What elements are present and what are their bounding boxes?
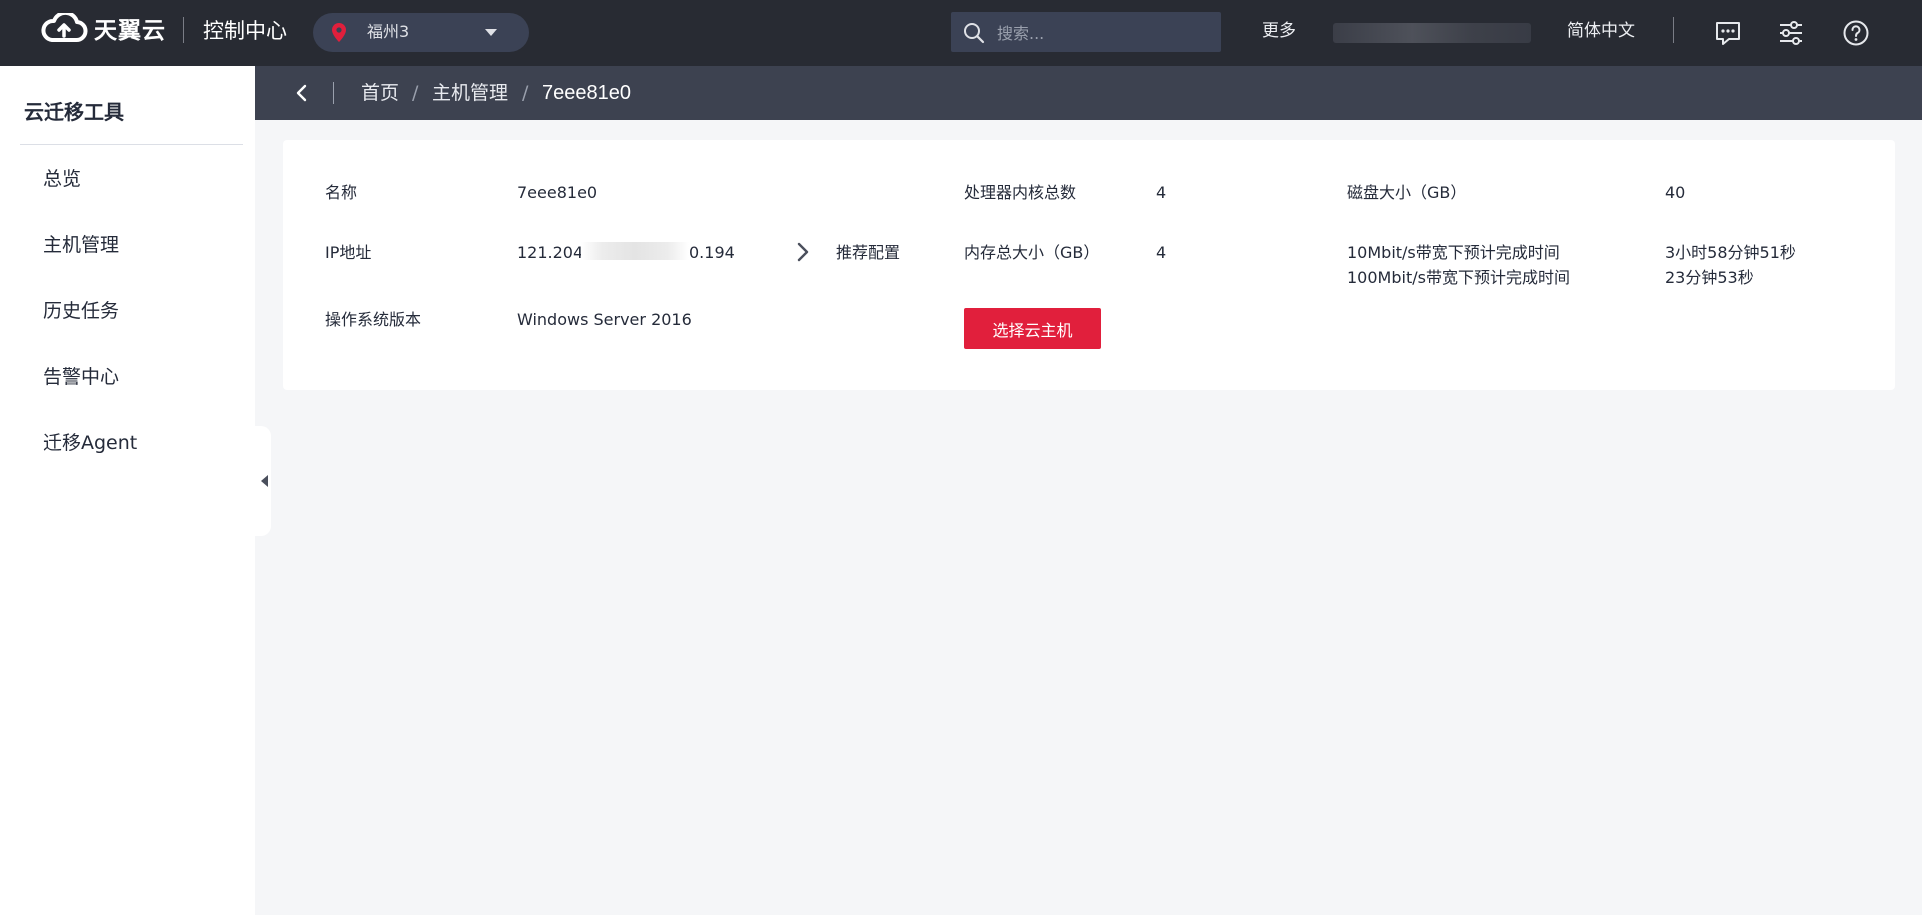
memory-label: 内存总大小（GB） — [964, 243, 1100, 262]
name-value: 7eee81e0 — [517, 183, 598, 202]
chevron-right-icon — [796, 241, 810, 267]
breadcrumb-divider — [333, 82, 334, 104]
help-icon[interactable] — [1842, 19, 1870, 51]
brand-logo[interactable]: 天翼云 — [40, 12, 166, 44]
cpu-cores-label: 处理器内核总数 — [964, 183, 1077, 202]
chevron-down-icon — [485, 29, 497, 36]
sidebar-item-overview[interactable]: 总览 — [43, 166, 81, 192]
eta-100mbit-value: 23分钟53秒 — [1665, 268, 1754, 287]
breadcrumb: 首页 / 主机管理 / 7eee81e0 — [255, 66, 1922, 120]
os-value: Windows Server 2016 — [517, 310, 692, 329]
name-label: 名称 — [325, 183, 358, 202]
search-icon[interactable] — [963, 22, 985, 48]
recommended-config-label: 推荐配置 — [836, 243, 901, 262]
breadcrumb-current-host: 7eee81e0 — [542, 82, 631, 104]
location-pin-icon — [331, 22, 347, 47]
breadcrumb-separator: / — [412, 82, 419, 104]
memory-value: 4 — [1156, 243, 1167, 262]
sidebar: 云迁移工具 总览 主机管理 历史任务 告警中心 迁移Agent — [0, 66, 255, 915]
disk-size-value: 40 — [1665, 183, 1686, 202]
message-icon[interactable] — [1714, 19, 1742, 51]
sidebar-item-migration-agent[interactable]: 迁移Agent — [43, 430, 137, 456]
sidebar-item-host-management[interactable]: 主机管理 — [43, 232, 119, 258]
breadcrumb-separator: / — [522, 82, 529, 104]
eta-100mbit-label: 100Mbit/s带宽下预计完成时间 — [1347, 268, 1570, 287]
header-divider — [183, 17, 184, 43]
account-name-masked[interactable] — [1333, 23, 1531, 43]
disk-size-label: 磁盘大小（GB） — [1347, 183, 1467, 202]
eta-10mbit-value: 3小时58分钟51秒 — [1665, 243, 1796, 262]
ip-masked-segment — [581, 242, 689, 260]
cpu-cores-value: 4 — [1156, 183, 1167, 202]
console-title[interactable]: 控制中心 — [203, 17, 287, 45]
ip-label: IP地址 — [325, 243, 372, 262]
ip-prefix-value: 121.204 — [517, 243, 584, 262]
back-arrow-icon[interactable] — [295, 84, 309, 106]
chevron-left-icon — [261, 475, 268, 487]
region-selector[interactable]: 福州3 — [313, 13, 529, 52]
more-menu[interactable]: 更多 — [1262, 20, 1296, 42]
cloud-logo-icon — [40, 13, 88, 43]
sidebar-title: 云迁移工具 — [24, 100, 124, 124]
language-switch[interactable]: 简体中文 — [1567, 20, 1635, 42]
sidebar-collapse-handle[interactable] — [255, 426, 271, 536]
brand-name: 天翼云 — [94, 18, 166, 44]
settings-sliders-icon[interactable] — [1777, 19, 1805, 51]
breadcrumb-home[interactable]: 首页 — [361, 80, 399, 106]
header-divider — [1673, 17, 1674, 43]
sidebar-item-history-tasks[interactable]: 历史任务 — [43, 298, 119, 324]
os-label: 操作系统版本 — [325, 310, 422, 329]
host-detail-card: 名称 7eee81e0 IP地址 121.204 0.194 操作系统版本 Wi… — [283, 140, 1895, 390]
eta-10mbit-label: 10Mbit/s带宽下预计完成时间 — [1347, 243, 1560, 262]
select-cloud-host-button[interactable]: 选择云主机 — [964, 308, 1101, 349]
sidebar-item-alarm-center[interactable]: 告警中心 — [43, 364, 119, 390]
breadcrumb-host-management[interactable]: 主机管理 — [432, 80, 508, 106]
ip-suffix-value: 0.194 — [689, 243, 735, 262]
sidebar-divider — [20, 144, 243, 145]
global-search — [951, 12, 1221, 52]
region-name: 福州3 — [367, 22, 410, 41]
search-input[interactable] — [995, 20, 1209, 46]
top-navigation-bar: 天翼云 控制中心 福州3 更多 简体中文 — [0, 0, 1922, 66]
